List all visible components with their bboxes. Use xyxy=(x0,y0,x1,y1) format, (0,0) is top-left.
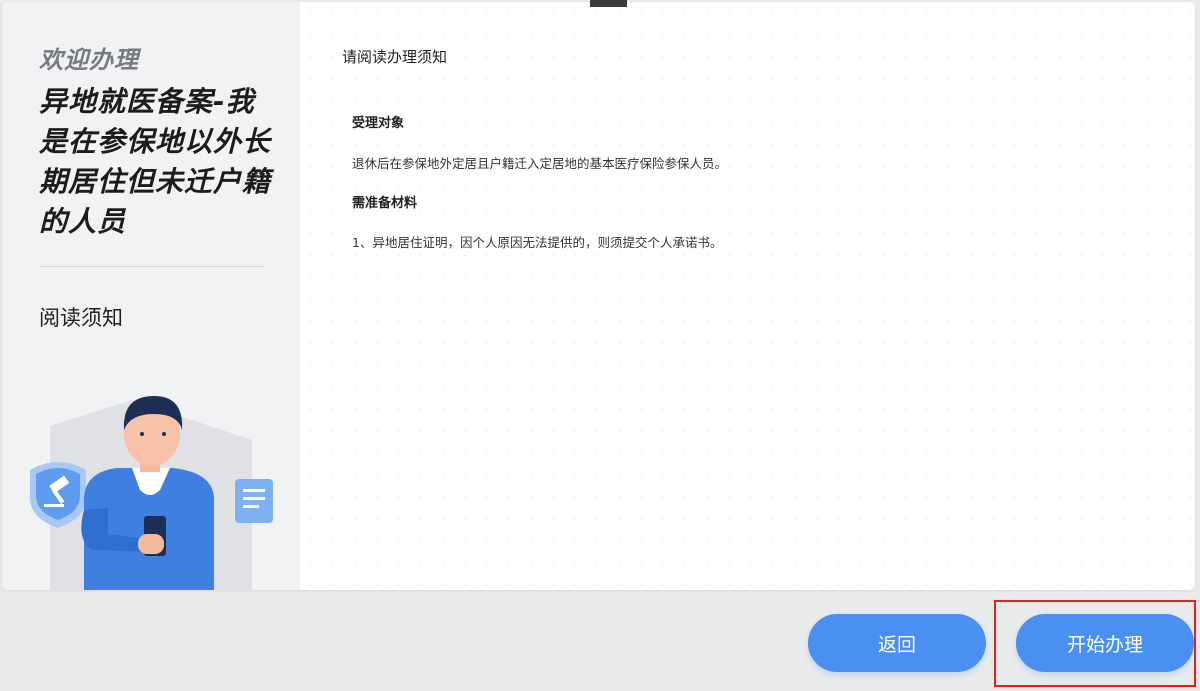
illustration xyxy=(30,396,273,590)
start-button[interactable]: 开始办理 xyxy=(1016,614,1194,672)
document-icon xyxy=(235,479,273,523)
sidebar: 欢迎办理 异地就医备案-我是在参保地以外长期居住但未迁户籍的人员 阅读须知 xyxy=(2,2,300,590)
top-notch xyxy=(590,0,627,7)
back-button[interactable]: 返回 xyxy=(808,614,986,672)
service-title: 异地就医备案-我是在参保地以外长期居住但未迁户籍的人员 xyxy=(39,85,272,238)
section-heading: 受理对象 xyxy=(352,116,405,131)
content-card: 欢迎办理 异地就医备案-我是在参保地以外长期居住但未迁户籍的人员 阅读须知 请阅… xyxy=(2,2,1195,590)
section-heading: 需准备材料 xyxy=(352,196,418,211)
section-text: 1、异地居住证明，因个人原因无法提供的，则须提交个人承诺书。 xyxy=(352,235,723,250)
welcome-text: 欢迎办理 xyxy=(39,46,139,74)
sidebar-divider xyxy=(39,266,264,267)
main-panel: 请阅读办理须知 受理对象 退休后在参保地外定居且户籍迁入定居地的基本医疗保险参保… xyxy=(300,2,1195,590)
section-text: 退休后在参保地外定居且户籍迁入定居地的基本医疗保险参保人员。 xyxy=(352,156,728,171)
notice-title: 请阅读办理须知 xyxy=(342,48,448,66)
step-label: 阅读须知 xyxy=(39,306,123,330)
